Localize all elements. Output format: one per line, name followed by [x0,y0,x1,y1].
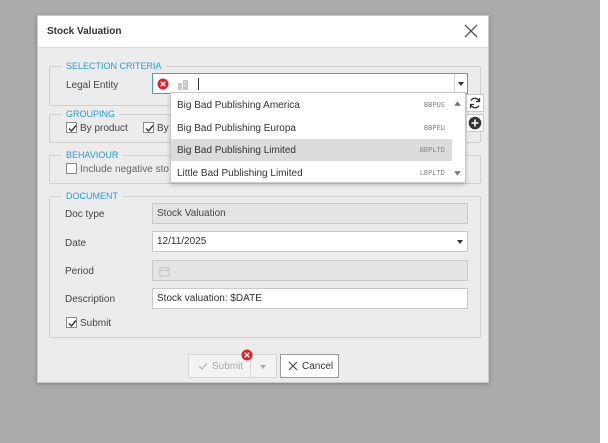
list-item-code: BBPLTD [419,146,445,154]
text-cursor [198,78,199,90]
error-badge-icon [241,349,253,361]
period-label: Period [65,266,94,277]
include-negative-label: Include negative sto [80,164,169,175]
chevron-down-icon[interactable] [456,238,464,246]
chevron-down-icon[interactable] [457,80,465,88]
stock-valuation-dialog: Stock Valuation SELECTION CRITERIA Legal… [37,15,489,383]
cancel-button[interactable]: Cancel [280,354,339,378]
submit-checkbox-label: Submit [80,318,112,329]
list-item-name: Little Bad Publishing Limited [177,168,303,179]
list-item-code: LBPLTD [419,169,445,177]
checkmark-icon [68,320,77,328]
by-product-checkbox[interactable] [66,122,77,133]
list-item-name: Big Bad Publishing Europa [177,123,296,134]
cancel-button-label: Cancel [302,361,334,372]
list-item[interactable]: Big Bad Publishing America BBPUS [171,94,452,116]
include-negative-checkbox[interactable] [66,163,77,174]
building-icon [178,80,188,90]
scroll-up-icon[interactable] [453,99,462,108]
refresh-icon [469,97,481,109]
date-field[interactable]: 12/11/2025 [152,231,468,252]
close-icon [288,361,298,371]
dialog-titlebar: Stock Valuation [38,16,488,48]
scroll-down-icon[interactable] [453,169,462,178]
legal-entity-combobox[interactable] [152,73,468,94]
doc-type-label: Doc type [65,209,105,220]
period-field [152,260,468,281]
list-item-name: Big Bad Publishing Limited [177,145,296,156]
selection-criteria-legend: SELECTION CRITERIA [62,60,166,72]
clear-error-icon[interactable] [157,78,169,90]
legal-entity-label: Legal Entity [66,80,119,91]
description-label: Description [65,294,116,305]
by-second-label: By [157,123,169,134]
plus-circle-icon [468,116,482,130]
submit-button-label: Submit [212,361,244,372]
by-second-checkbox[interactable] [143,122,154,133]
grouping-legend: GROUPING [62,108,120,120]
chevron-down-icon[interactable] [259,363,267,371]
submit-button[interactable]: Submit [188,354,277,378]
dialog-title: Stock Valuation [47,26,122,37]
date-value: 12/11/2025 [157,236,207,247]
list-item-selected[interactable]: Big Bad Publishing Limited BBPLTD [171,139,452,161]
list-item[interactable]: Big Bad Publishing Europa BBPEU [171,117,452,139]
document-legend: DOCUMENT [62,190,122,202]
list-item[interactable]: Little Bad Publishing Limited LBPLTD [171,162,452,184]
behaviour-legend: BEHAVIOUR [62,149,123,161]
by-product-label: By product [80,123,128,134]
add-button[interactable] [466,114,484,132]
combobox-divider [454,74,455,93]
doc-type-field: Stock Valuation [152,203,468,224]
date-label: Date [65,238,87,249]
calendar-icon [159,266,170,277]
checkmark-icon [198,362,208,370]
list-item-name: Big Bad Publishing America [177,100,300,111]
refresh-button[interactable] [466,94,484,112]
legal-entity-dropdown-list: Big Bad Publishing America BBPUS Big Bad… [170,92,466,183]
checkmark-icon [145,125,154,133]
submit-checkbox[interactable] [66,317,77,328]
close-icon[interactable] [462,22,480,40]
list-item-code: BBPEU [423,124,445,132]
description-field[interactable]: Stock valuation: $DATE [152,288,468,309]
list-item-code: BBPUS [423,101,445,109]
checkmark-icon [68,125,77,133]
